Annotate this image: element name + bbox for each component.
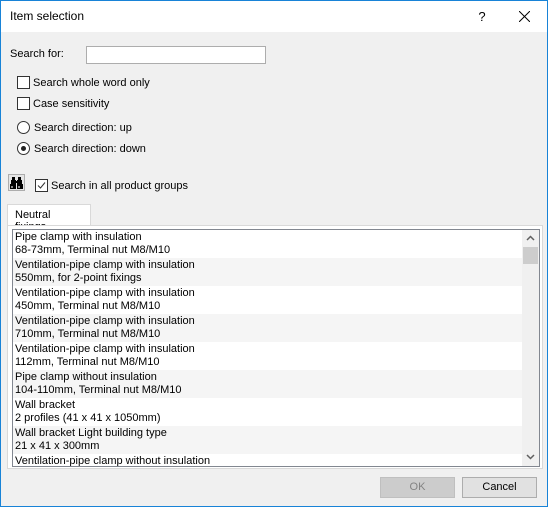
cancel-button[interactable]: Cancel [462, 477, 537, 498]
list-item[interactable]: Ventilation-pipe clamp with insulation 45… [13, 286, 522, 314]
item-name: Ventilation-pipe clamp without insulatio… [15, 455, 211, 467]
find-button[interactable] [8, 174, 25, 191]
list-item[interactable]: Wall bracket 2 profiles (41 x 41 x 1050mm… [13, 398, 522, 426]
checkbox-box-checked [35, 179, 48, 192]
item-detail: 2 profiles (41 x 41 x 1050mm) [15, 412, 161, 424]
direction-up-label: Search direction: up [34, 121, 132, 134]
search-for-label: Search for: [10, 48, 64, 60]
item-detail: 710mm, Terminal nut M8/M10 [15, 328, 161, 340]
whole-word-label: Search whole word only [33, 76, 150, 89]
ok-button[interactable]: OK [380, 477, 455, 498]
item-detail: 112mm, Terminal nut M8/M10 [15, 356, 160, 368]
list-item[interactable]: Ventilation-pipe clamp without insulatio… [13, 454, 522, 467]
case-sensitivity-label: Case sensitivity [33, 97, 110, 110]
item-selection-dialog: Item selection ? Search for: Search whol… [0, 0, 548, 507]
item-detail: 550mm, for 2-point fixings [15, 272, 142, 284]
item-name: Wall bracket [15, 399, 76, 411]
item-name: Wall bracket Light building type [15, 427, 167, 439]
radio-circle [17, 121, 30, 134]
radio-circle-selected [17, 142, 30, 155]
item-name: Ventilation-pipe clamp with insulation [15, 343, 195, 355]
title-bar: Item selection ? [1, 1, 547, 32]
checkmark-icon [37, 182, 46, 189]
scroll-down-button[interactable] [522, 449, 539, 466]
direction-down-label: Search direction: down [34, 142, 146, 155]
chevron-down-icon [526, 454, 535, 460]
chevron-up-icon [526, 235, 535, 241]
direction-down-radio[interactable]: Search direction: down [17, 142, 146, 155]
scroll-up-button[interactable] [522, 230, 539, 247]
item-list[interactable]: Pipe clamp with insulation 68-73mm, Termi… [12, 229, 540, 467]
item-detail: 450mm, Terminal nut M8/M10 [15, 300, 161, 312]
checkbox-box [17, 76, 30, 89]
scroll-thumb[interactable] [523, 247, 538, 264]
window-title: Item selection [10, 9, 85, 23]
item-name: Pipe clamp with insulation [15, 231, 142, 243]
item-name: Ventilation-pipe clamp with insulation [15, 287, 195, 299]
all-groups-label: Search in all product groups [51, 179, 188, 192]
list-item[interactable]: Ventilation-pipe clamp with insulation 55… [13, 258, 522, 286]
direction-up-radio[interactable]: Search direction: up [17, 121, 132, 134]
list-item[interactable]: Wall bracket Light building type 21 x 41 … [13, 426, 522, 454]
item-detail: 104-110mm, Terminal nut M8/M10 [15, 384, 182, 396]
whole-word-checkbox[interactable]: Search whole word only [17, 76, 150, 89]
vertical-scrollbar[interactable] [522, 230, 539, 466]
binoculars-icon [10, 177, 23, 189]
list-item[interactable]: Ventilation-pipe clamp with insulation 71… [13, 314, 522, 342]
close-button[interactable] [507, 1, 543, 32]
item-name: Ventilation-pipe clamp with insulation [15, 315, 195, 327]
case-sensitivity-checkbox[interactable]: Case sensitivity [17, 97, 109, 110]
item-detail: 68-73mm, Terminal nut M8/M10 [15, 244, 171, 256]
list-item[interactable]: Pipe clamp with insulation 68-73mm, Termi… [13, 230, 522, 258]
item-name: Ventilation-pipe clamp with insulation [15, 259, 195, 271]
help-button[interactable]: ? [467, 1, 497, 32]
list-item[interactable]: Pipe clamp without insulation 104-110mm, … [13, 370, 522, 398]
tab-neutral-fixings[interactable]: Neutral fixings [7, 204, 91, 233]
item-detail: 21 x 41 x 300mm [15, 440, 100, 452]
list-item[interactable]: Ventilation-pipe clamp with insulation 11… [13, 342, 522, 370]
list-items: Pipe clamp with insulation 68-73mm, Termi… [13, 230, 522, 467]
item-name: Pipe clamp without insulation [15, 371, 157, 383]
close-icon [519, 11, 530, 22]
checkbox-box [17, 97, 30, 110]
search-input[interactable] [86, 46, 266, 64]
all-groups-checkbox[interactable]: Search in all product groups [35, 179, 188, 192]
